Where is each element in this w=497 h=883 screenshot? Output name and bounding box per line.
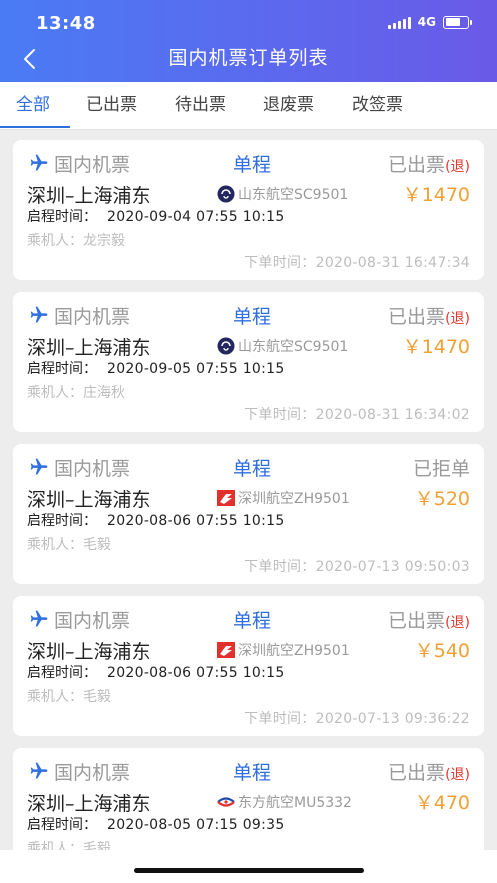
order-time: 下单时间：2020-08-31 16:47:34 <box>244 255 470 271</box>
airline: 山东航空SC9501 <box>217 183 348 205</box>
ticket-type: 国内机票 <box>54 154 131 176</box>
depart-time: 启程时间： 2020-09-05 07:55 10:15 <box>27 361 285 377</box>
signal-icon <box>387 16 411 29</box>
refund-badge[interactable]: (退) <box>445 767 470 783</box>
app-header: 13:48 4G 国内机票订单列表 <box>0 0 497 82</box>
order-card[interactable]: 国内机票 单程 已出票(退) 深圳–上海浦东 山东航空SC9501 ￥1470 … <box>13 292 484 432</box>
page-title: 国内机票订单列表 <box>168 47 329 69</box>
passenger: 乘机人：龙宗毅 <box>27 233 125 249</box>
depart-time: 启程时间： 2020-08-05 07:15 09:35 <box>27 817 285 833</box>
order-list[interactable]: 国内机票 单程 已出票(退) 深圳–上海浦东 山东航空SC9501 ￥1470 … <box>0 130 497 850</box>
trip-type: 单程 <box>233 306 272 328</box>
order-card[interactable]: 国内机票 单程 已出票(退) 深圳–上海浦东 山东航空SC9501 ￥1470 … <box>13 140 484 280</box>
plane-icon <box>30 306 48 323</box>
airline: 东方航空MU5332 <box>217 791 352 813</box>
order-card[interactable]: 国内机票 单程 已出票(退) 深圳–上海浦东 东方航空MU5332 ￥470 启… <box>13 748 484 850</box>
refund-badge[interactable]: (退) <box>445 615 470 631</box>
airline-flight: 山东航空SC9501 <box>238 339 349 355</box>
trip-type: 单程 <box>233 762 272 784</box>
order-status: 已出票(退) <box>388 306 470 328</box>
route: 深圳–上海浦东 <box>27 641 151 663</box>
plane-icon <box>30 458 48 475</box>
order-card[interactable]: 国内机票 单程 已拒单 深圳–上海浦东 深圳航空ZH9501 ￥520 启程时间… <box>13 444 484 584</box>
bottom-safe-area <box>0 850 497 883</box>
battery-icon <box>443 15 472 29</box>
depart-time: 启程时间： 2020-08-06 07:55 10:15 <box>27 513 285 529</box>
ticket-type: 国内机票 <box>54 762 131 784</box>
active-tab-indicator <box>0 126 70 128</box>
trip-type: 单程 <box>233 458 272 480</box>
price: ￥540 <box>414 640 470 662</box>
refund-badge[interactable]: (退) <box>445 159 470 175</box>
tab-pending[interactable]: 待出票 <box>175 82 226 130</box>
trip-type: 单程 <box>233 154 272 176</box>
order-status: 已出票(退) <box>388 154 470 176</box>
route: 深圳–上海浦东 <box>27 793 151 815</box>
price: ￥1470 <box>402 184 470 206</box>
airline: 山东航空SC9501 <box>217 335 348 357</box>
refund-badge[interactable]: (退) <box>445 311 470 327</box>
order-time: 下单时间：2020-07-13 09:36:22 <box>244 711 470 727</box>
passenger: 乘机人：毛毅 <box>27 841 111 850</box>
order-status: 已出票(退) <box>388 610 470 632</box>
ticket-type: 国内机票 <box>54 610 131 632</box>
route: 深圳–上海浦东 <box>27 337 151 359</box>
shenzhen-airlines-logo-icon <box>217 490 235 506</box>
order-tabs: 全部 已出票 待出票 退废票 改签票 <box>0 82 497 130</box>
airline-flight: 深圳航空ZH9501 <box>238 491 350 507</box>
airline-flight: 深圳航空ZH9501 <box>238 643 350 659</box>
order-status: 已出票(退) <box>388 762 470 784</box>
order-status: 已拒单 <box>412 458 470 480</box>
route: 深圳–上海浦东 <box>27 185 151 207</box>
airline-flight: 东方航空MU5332 <box>238 795 352 811</box>
passenger: 乘机人：庄海秋 <box>27 385 125 401</box>
ticket-type: 国内机票 <box>54 458 131 480</box>
shandong-airlines-logo-icon <box>217 185 235 203</box>
order-time: 下单时间：2020-07-13 09:50:03 <box>244 559 470 575</box>
shandong-airlines-logo-icon <box>217 337 235 355</box>
china-eastern-logo-icon <box>217 797 235 807</box>
tab-all[interactable]: 全部 <box>16 82 50 130</box>
status-bar: 13:48 4G <box>0 0 497 44</box>
order-card[interactable]: 国内机票 单程 已出票(退) 深圳–上海浦东 深圳航空ZH9501 ￥540 启… <box>13 596 484 736</box>
shenzhen-airlines-logo-icon <box>217 642 235 658</box>
price: ￥520 <box>414 488 470 510</box>
status-icons: 4G <box>387 15 472 29</box>
plane-icon <box>30 154 48 171</box>
ticket-type: 国内机票 <box>54 306 131 328</box>
passenger: 乘机人：毛毅 <box>27 537 111 553</box>
depart-time: 启程时间： 2020-08-06 07:55 10:15 <box>27 665 285 681</box>
network-label: 4G <box>417 15 436 29</box>
trip-type: 单程 <box>233 610 272 632</box>
tab-refund[interactable]: 退废票 <box>263 82 314 130</box>
tab-change[interactable]: 改签票 <box>352 82 403 130</box>
home-indicator[interactable] <box>134 868 364 873</box>
route: 深圳–上海浦东 <box>27 489 151 511</box>
depart-time: 启程时间： 2020-09-04 07:55 10:15 <box>27 209 285 225</box>
price: ￥1470 <box>402 336 470 358</box>
status-time: 13:48 <box>36 13 96 34</box>
airline-flight: 山东航空SC9501 <box>238 187 349 203</box>
airline: 深圳航空ZH9501 <box>217 487 350 509</box>
airline: 深圳航空ZH9501 <box>217 639 350 661</box>
plane-icon <box>30 610 48 627</box>
tab-issued[interactable]: 已出票 <box>86 82 137 130</box>
price: ￥470 <box>414 792 470 814</box>
order-time: 下单时间：2020-08-31 16:34:02 <box>244 407 470 423</box>
passenger: 乘机人：毛毅 <box>27 689 111 705</box>
plane-icon <box>30 762 48 779</box>
